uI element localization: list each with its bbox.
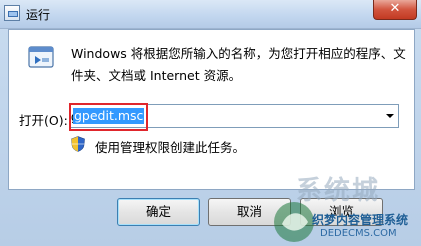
open-label: 打开(O):: [19, 113, 68, 128]
window-title: 运行: [26, 8, 51, 22]
open-combobox[interactable]: gpedit.msc: [69, 103, 399, 131]
watermark-line1: 织梦内容管理系统: [312, 213, 409, 227]
watermark-line2: DEDECMS.COM: [320, 228, 397, 239]
uac-shield-icon: [71, 136, 85, 152]
ok-button[interactable]: 确定: [117, 198, 200, 226]
title-bar[interactable]: 运行 ✕: [0, 0, 421, 29]
dialog-content: Windows 将根据您所输入的名称，为您打开相应的程序、文件夹、文档或 Int…: [8, 29, 415, 190]
close-button[interactable]: ✕: [373, 0, 417, 20]
cancel-button[interactable]: 取消: [208, 198, 291, 226]
dialog-description: Windows 将根据您所输入的名称，为您打开相应的程序、文件夹、文档或 Int…: [71, 46, 406, 83]
selected-text: gpedit.msc: [73, 108, 145, 124]
admin-privilege-note: 使用管理权限创建此任务。: [95, 140, 246, 155]
chevron-down-icon[interactable]: [386, 114, 394, 118]
run-program-icon: [28, 46, 54, 68]
watermark-title: 系统城: [296, 176, 381, 206]
run-dialog: 运行 ✕ Windows 将根据您所输入的名称，为您打开相应的程序、文件夹、文档…: [0, 0, 421, 246]
run-app-icon: [4, 5, 20, 21]
